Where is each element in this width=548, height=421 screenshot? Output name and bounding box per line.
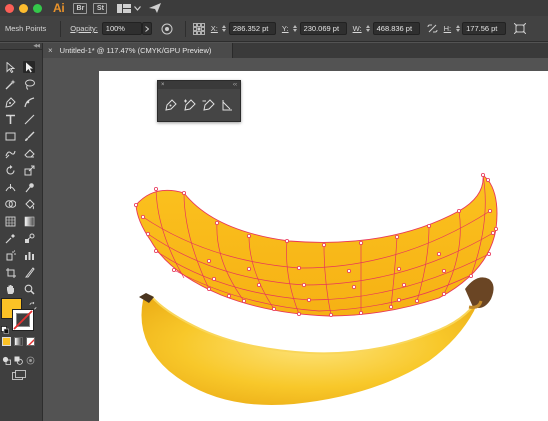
x-stepper[interactable] — [221, 22, 228, 35]
recolor-artwork-icon[interactable] — [161, 23, 173, 35]
gradient-tool-icon[interactable] — [23, 215, 35, 227]
color-mode-button[interactable] — [2, 337, 11, 346]
selection-type-label: Mesh Points — [5, 24, 47, 33]
app-logo: Ai — [53, 1, 65, 15]
floating-panel-collapse-icon[interactable]: ‹‹ — [233, 82, 237, 88]
h-label[interactable]: H: — [444, 24, 452, 33]
eraser-tool-icon[interactable] — [23, 147, 35, 159]
type-tool-icon[interactable] — [4, 113, 16, 125]
rectangle-tool-icon[interactable] — [4, 130, 16, 142]
delete-anchor-point-icon[interactable] — [201, 98, 215, 112]
document-tab[interactable]: × Untitled-1* @ 117.47% (CMYK/GPU Previe… — [43, 43, 233, 58]
bridge-button[interactable]: Br — [73, 2, 88, 14]
x-label[interactable]: X: — [211, 24, 218, 33]
send-icon[interactable] — [148, 3, 162, 13]
document-tab-bar: × Untitled-1* @ 117.47% (CMYK/GPU Previe… — [43, 43, 548, 58]
pen-tool-icon[interactable] — [4, 96, 16, 108]
mesh-banana-object[interactable] — [134, 173, 498, 317]
pen-tools-floating-panel[interactable]: × ‹‹ — [157, 80, 241, 122]
symbol-sprayer-tool-icon[interactable] — [4, 249, 16, 261]
width-tool-icon[interactable] — [4, 181, 16, 193]
pen-tool-icon[interactable] — [164, 98, 178, 112]
screen-mode-icon[interactable] — [12, 367, 26, 385]
chevron-down-icon[interactable] — [133, 3, 141, 13]
slice-tool-icon[interactable] — [23, 266, 35, 278]
zoom-window-button[interactable] — [33, 3, 42, 13]
w-stepper[interactable] — [365, 22, 372, 35]
direct-selection-tool-icon[interactable] — [23, 61, 35, 73]
draw-normal-icon[interactable] — [2, 352, 11, 370]
floating-panel-close-icon[interactable]: × — [161, 82, 165, 88]
constrain-proportions-icon[interactable] — [427, 24, 438, 33]
perspective-grid-tool-icon[interactable] — [4, 215, 16, 227]
canvas-area[interactable] — [43, 58, 548, 421]
title-bar: Ai Br St — [0, 0, 548, 16]
transform-icon[interactable] — [514, 23, 527, 34]
artboard[interactable] — [99, 71, 548, 421]
scale-tool-icon[interactable] — [23, 164, 35, 176]
y-label[interactable]: Y: — [282, 24, 289, 33]
h-field[interactable]: 177.56 pt — [462, 22, 507, 35]
collapse-icon[interactable]: ◀◀ — [33, 43, 40, 49]
divider — [184, 20, 186, 37]
magic-wand-tool-icon[interactable] — [4, 78, 16, 90]
opacity-label[interactable]: Opacity: — [70, 24, 98, 33]
none-mode-button[interactable] — [26, 337, 35, 346]
reference-point-icon[interactable] — [192, 22, 205, 35]
h-stepper[interactable] — [454, 22, 461, 35]
artboard-tool-icon[interactable] — [4, 266, 16, 278]
divider — [60, 20, 62, 37]
workspace-layout-icon[interactable] — [117, 3, 132, 13]
live-paint-bucket-icon[interactable] — [23, 198, 35, 210]
selection-tool-icon[interactable] — [4, 61, 16, 73]
floating-panel-tools — [158, 89, 240, 121]
x-field[interactable]: 286.352 pt — [228, 22, 276, 35]
tools-panel-header: ◀◀ — [0, 43, 42, 50]
add-anchor-point-icon[interactable] — [183, 98, 197, 112]
y-field[interactable]: 230.069 pt — [299, 22, 347, 35]
rotate-tool-icon[interactable] — [4, 164, 16, 176]
close-document-icon[interactable]: × — [48, 46, 53, 55]
document-tab-title: Untitled-1* @ 117.47% (CMYK/GPU Preview) — [59, 46, 212, 55]
stock-button[interactable]: St — [93, 2, 108, 14]
draw-inside-icon[interactable] — [26, 352, 35, 370]
tools-panel: ◀◀ — [0, 43, 43, 421]
eyedropper-tool-icon[interactable] — [4, 232, 16, 244]
control-bar: Mesh Points Opacity: 100% X: 286.352 pt … — [0, 16, 548, 42]
close-window-button[interactable] — [5, 3, 14, 13]
minimize-window-button[interactable] — [19, 3, 28, 13]
opacity-arrow-button[interactable] — [141, 22, 152, 35]
floating-panel-header[interactable]: × ‹‹ — [158, 81, 240, 89]
w-field[interactable]: 468.836 pt — [372, 22, 420, 35]
illustrator-window: Ai Br St Mesh Points Opacity: 100% X: 28… — [0, 0, 548, 421]
column-graph-tool-icon[interactable] — [23, 249, 35, 261]
zoom-tool-icon[interactable] — [23, 283, 35, 295]
puppet-warp-tool-icon[interactable] — [23, 181, 35, 193]
blend-tool-icon[interactable] — [23, 232, 35, 244]
w-label[interactable]: W: — [353, 24, 362, 33]
lasso-tool-icon[interactable] — [23, 78, 35, 90]
hand-tool-icon[interactable] — [4, 283, 16, 295]
shaper-tool-icon[interactable] — [4, 147, 16, 159]
gradient-mode-button[interactable] — [14, 337, 23, 346]
y-stepper[interactable] — [292, 22, 299, 35]
stroke-swatch[interactable] — [12, 309, 34, 331]
window-controls — [5, 3, 42, 13]
curvature-tool-icon[interactable] — [23, 96, 35, 108]
line-segment-tool-icon[interactable] — [23, 113, 35, 125]
opacity-field[interactable]: 100% — [101, 22, 142, 35]
anchor-point-tool-icon[interactable] — [220, 98, 234, 112]
paintbrush-tool-icon[interactable] — [23, 130, 35, 142]
shape-builder-tool-icon[interactable] — [4, 198, 16, 210]
